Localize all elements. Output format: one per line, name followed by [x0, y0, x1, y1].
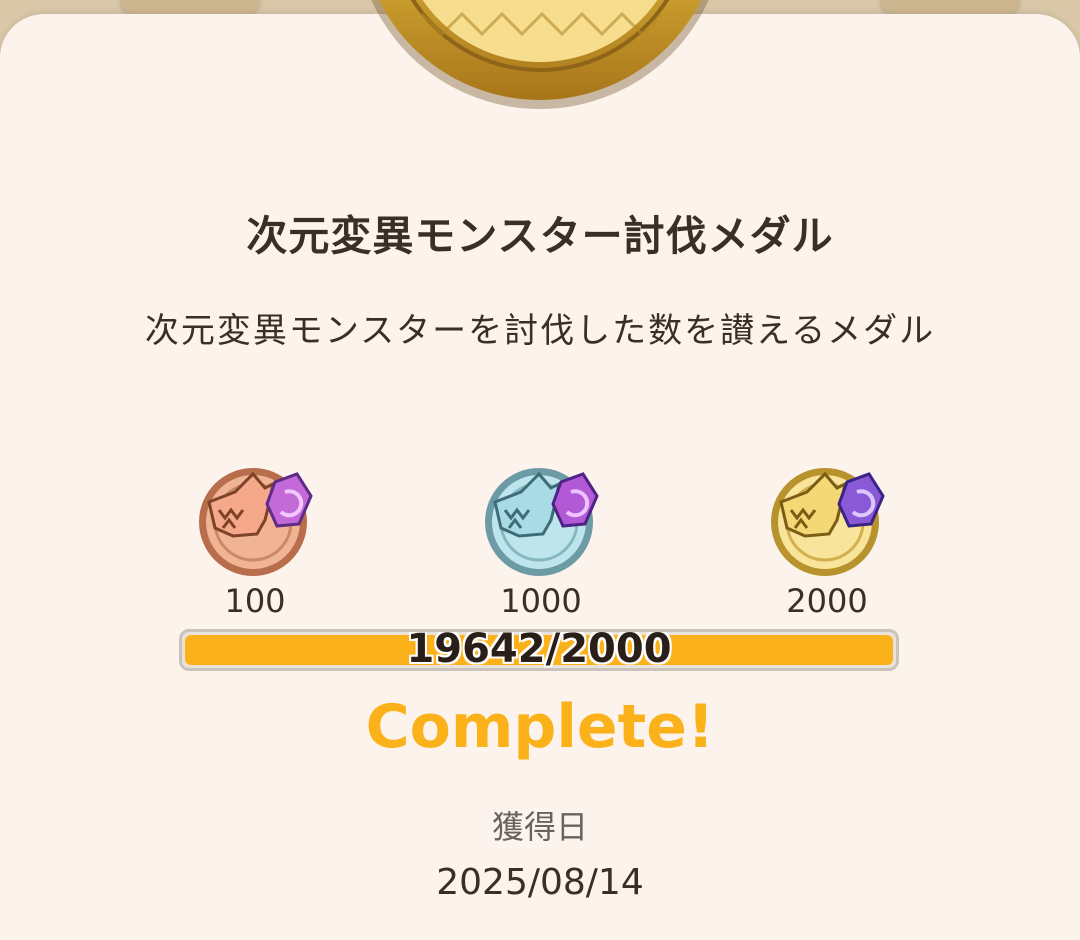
- gold-monster-medal-icon: [771, 468, 885, 576]
- tier-threshold: 1000: [500, 582, 582, 620]
- bronze-monster-medal-icon: [199, 468, 313, 576]
- background-tab: [120, 0, 260, 14]
- medal-detail-screen: 次元変異モンスター討伐メダル 次元変異モンスターを討伐した数を讃えるメダル 10…: [0, 0, 1080, 940]
- complete-label: Complete!: [365, 692, 715, 762]
- tier-bronze: 100: [195, 462, 315, 620]
- tier-gold: 2000: [767, 462, 887, 620]
- medal-title: 次元変異モンスター討伐メダル: [246, 212, 834, 260]
- background-tab: [880, 0, 1020, 14]
- earned-date-label: 獲得日: [491, 808, 588, 846]
- earned-date: 2025/08/14: [436, 862, 644, 903]
- medal-description: 次元変異モンスターを討伐した数を讃えるメダル: [144, 311, 936, 351]
- gold-medal-icon: [352, 0, 728, 114]
- silver-monster-medal-icon: [485, 468, 599, 576]
- tier-threshold: 100: [224, 582, 286, 620]
- progress-count: 19642/2000: [406, 629, 672, 671]
- tier-silver: 1000: [481, 462, 601, 620]
- progress-bar: 19642/2000: [179, 629, 899, 671]
- tier-threshold: 2000: [786, 582, 868, 620]
